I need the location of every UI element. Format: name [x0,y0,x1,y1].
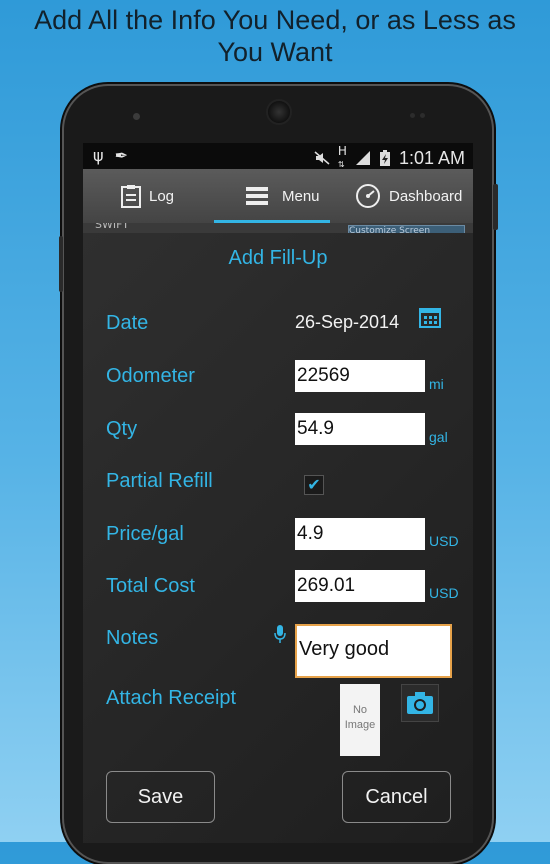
tab-log[interactable]: Log [121,169,174,223]
odometer-unit: mi [429,376,444,392]
tab-bar: Log Menu Dashboard [83,169,473,223]
phone-side-button-right [493,184,498,230]
notes-label: Notes [106,627,159,649]
qty-unit: gal [429,429,448,445]
status-bar: ψ ✒ H ⇅ 1:01 AM [83,143,473,169]
dialog-title: Add Fill-Up [228,247,328,269]
qty-label: Qty [106,418,138,440]
data-h-icon: H ⇅ [337,144,347,169]
status-left-icons: ψ ✒ [93,146,128,165]
signal-icon [355,151,370,165]
odometer-input[interactable] [295,360,425,392]
tab-dashboard[interactable]: Dashboard [355,169,462,223]
date-label: Date [106,312,149,334]
battery-icon [379,150,390,166]
status-right-icons: H ⇅ 1:01 AM [314,145,465,171]
tab-menu[interactable]: Menu [246,169,320,223]
menu-icon [246,187,268,205]
promo-headline-line2: You Want [217,37,333,67]
price-unit: USD [429,533,459,549]
add-fillup-dialog: Add Fill-Up Date 26-Sep-2014 Odometer mi… [83,233,473,843]
status-time: 1:01 AM [398,147,465,168]
background-content-peek: SWIFT Customize Screen [83,223,473,233]
calendar-icon[interactable] [419,306,441,328]
partial-refill-checkbox[interactable]: ✔ [304,475,324,495]
phone-screen: ψ ✒ H ⇅ 1:01 AM Log Menu Dashboard SWIFT… [83,143,473,843]
earpiece-speaker [268,101,290,123]
tab-dashboard-label: Dashboard [389,187,463,205]
attach-receipt-label: Attach Receipt [106,687,237,709]
save-button[interactable]: Save [106,771,215,823]
gauge-icon [356,184,380,208]
thumb-text-line2: Image [344,719,376,731]
clipboard-icon [121,185,141,208]
promo-headline-line1: Add All the Info You Need, or as Less as [34,5,516,35]
mute-icon [314,151,330,165]
tab-log-label: Log [149,187,175,205]
odometer-label: Odometer [106,365,195,387]
phone-side-button-left [59,236,63,292]
camera-icon [407,692,433,714]
peek-customize-button: Customize Screen [348,225,465,233]
proximity-sensor [410,113,415,118]
receipt-thumbnail[interactable]: No Image [340,684,380,756]
edit-icon: ✒ [114,146,129,165]
promo-headline: Add All the Info You Need, or as Less as… [0,4,550,68]
price-label: Price/gal [106,523,184,545]
camera-button[interactable] [401,684,439,722]
peek-left-text: SWIFT [95,223,129,231]
light-sensor [420,113,425,118]
notes-input[interactable]: Very good [295,624,452,678]
total-cost-input[interactable] [295,570,425,602]
microphone-icon[interactable] [273,624,287,644]
usb-icon: ψ [93,146,104,165]
price-input[interactable] [295,518,425,550]
tab-menu-label: Menu [282,187,320,205]
partial-refill-label: Partial Refill [106,470,213,492]
total-cost-label: Total Cost [106,575,195,597]
qty-input[interactable] [295,413,425,445]
thumb-text-line1: No [352,704,368,716]
front-camera [133,113,140,120]
date-value[interactable]: 26-Sep-2014 [295,312,399,333]
total-cost-unit: USD [429,585,459,601]
cancel-button[interactable]: Cancel [342,771,451,823]
